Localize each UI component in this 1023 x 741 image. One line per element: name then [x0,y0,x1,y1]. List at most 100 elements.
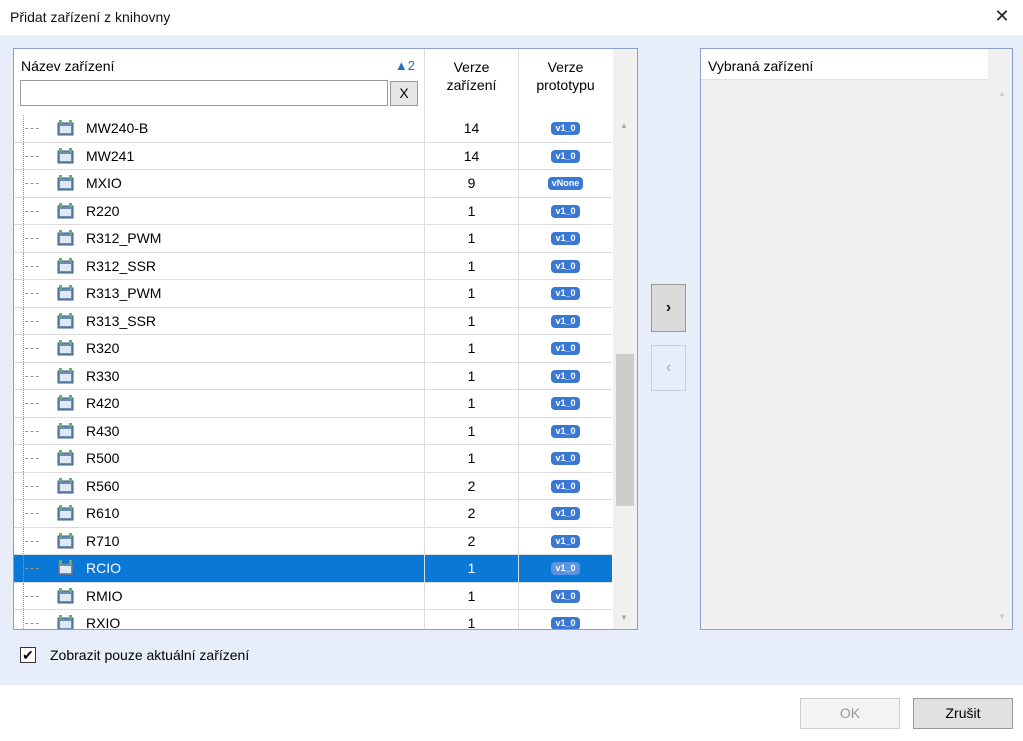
tree-connector [25,155,39,157]
table-row[interactable]: MW241 14 v1_0 [14,142,612,170]
cell-prototype: v1_0 [519,418,612,445]
table-row[interactable]: RXIO 1 v1_0 [14,610,612,630]
cell-device-name[interactable]: R430 [14,417,425,444]
table-row[interactable]: R500 1 v1_0 [14,445,612,473]
cell-device-name[interactable]: R313_SSR [14,307,425,334]
close-icon[interactable]: ✕ [991,6,1013,28]
cancel-button[interactable]: Zrušit [913,698,1013,729]
remove-device-button[interactable]: ‹ [651,345,686,391]
cell-device-name[interactable]: R313_PWM [14,280,425,307]
tree-connector [25,485,39,487]
cell-device-name[interactable]: R500 [14,445,425,472]
device-name: MW241 [86,147,135,164]
table-row[interactable]: R313_PWM 1 v1_0 [14,280,612,308]
prototype-badge: v1_0 [551,562,580,575]
prototype-badge: v1_0 [551,479,580,493]
device-version: 1 [425,280,519,307]
name-filter-input[interactable] [20,80,388,106]
table-row[interactable]: MW240-B 14 v1_0 [14,115,612,143]
device-icon [57,615,74,629]
table-row[interactable]: R220 1 v1_0 [14,197,612,225]
cell-device-name[interactable]: MW241 [14,142,425,169]
tree-line [23,555,24,582]
tree-connector [25,265,39,267]
prototype-badge: v1_0 [551,617,580,629]
cell-device-name[interactable]: R220 [14,197,425,224]
tree-connector [25,568,39,569]
cell-device-name[interactable]: RCIO [14,555,425,582]
table-row[interactable]: R560 2 v1_0 [14,472,612,500]
device-version: 14 [425,142,519,169]
cell-device-name[interactable]: R710 [14,527,425,554]
table-row[interactable]: R610 2 v1_0 [14,500,612,528]
device-version: 1 [425,610,519,629]
table-row[interactable]: R710 2 v1_0 [14,527,612,555]
tree-connector [25,293,39,294]
cell-device-name[interactable]: MXIO [14,170,425,197]
cell-device-name[interactable]: R320 [14,335,425,362]
ok-button[interactable]: OK [800,698,900,729]
cell-device-name[interactable]: MW240-B [14,115,425,142]
add-device-button[interactable]: › [651,284,686,332]
device-icon [57,285,74,301]
table-row[interactable]: R330 1 v1_0 [14,362,612,390]
cell-device-name[interactable]: RXIO [14,610,425,630]
column-header-prototype[interactable]: Verze prototypu [519,49,612,115]
scroll-thumb[interactable] [616,354,634,506]
column-header-version[interactable]: Verze zařízení [425,49,519,115]
scroll-up-icon[interactable]: ▲ [998,89,1006,98]
cell-device-name[interactable]: R560 [14,472,425,499]
grid-scrollbar[interactable]: ▲ ▼ [613,49,637,629]
device-name: RXIO [86,615,121,630]
cell-device-name[interactable]: R420 [14,390,425,417]
scroll-down-icon[interactable]: ▼ [998,612,1006,621]
device-version: 14 [425,115,519,142]
table-row[interactable]: R430 1 v1_0 [14,417,612,445]
selected-devices-header: Vybraná zařízení [701,49,988,80]
device-icon [57,422,74,439]
device-library-grid: Název zařízení ▲2 X Verze zařízení Verze… [13,48,638,630]
scroll-down-icon[interactable]: ▼ [620,613,628,622]
scroll-up-icon[interactable]: ▲ [620,121,628,130]
tree-connector [25,210,39,212]
table-row[interactable]: R312_SSR 1 v1_0 [14,252,612,280]
tree-connector [25,403,39,404]
cell-prototype: v1_0 [519,363,612,390]
table-row[interactable]: R320 1 v1_0 [14,335,612,363]
device-name: R220 [86,202,120,219]
device-rows: MW240-B 14 v1_0 MW241 14 v1_0 MXIO 9 vNone R220 1 v… [14,115,612,630]
device-name: R330 [86,367,120,384]
tree-connector [25,595,39,597]
device-name: R430 [86,422,120,439]
cell-device-name[interactable]: R610 [14,500,425,527]
cell-device-name[interactable]: RMIO [14,582,425,609]
table-row[interactable]: R312_PWM 1 v1_0 [14,225,612,253]
column-header-name[interactable]: Název zařízení ▲2 X [14,49,425,115]
selected-devices-label: Vybraná zařízení [708,58,814,74]
dialog-content: Název zařízení ▲2 X Verze zařízení Verze… [0,35,1023,685]
device-version: 1 [425,390,519,417]
prototype-badge: v1_0 [551,149,580,163]
cell-prototype: v1_0 [519,445,612,472]
table-row[interactable]: MXIO 9 vNone [14,170,612,198]
show-current-label[interactable]: Zobrazit pouze aktuální zařízení [50,647,249,663]
cell-device-name[interactable]: R330 [14,362,425,389]
device-version: 1 [425,445,519,472]
device-icon [57,367,74,384]
device-icon [57,505,74,521]
tree-connector [25,128,39,129]
tree-line [23,170,24,197]
device-icon [57,560,74,576]
show-current-checkbox[interactable]: ✔ [20,647,36,663]
device-name: R312_SSR [86,257,157,274]
table-row[interactable]: R420 1 v1_0 [14,390,612,418]
table-row[interactable]: R313_SSR 1 v1_0 [14,307,612,335]
table-row[interactable]: RCIO 1 v1_0 [14,555,612,583]
cell-prototype: v1_0 [519,225,612,252]
device-name: RCIO [86,560,121,576]
clear-filter-button[interactable]: X [390,81,418,106]
cell-device-name[interactable]: R312_SSR [14,252,425,279]
column-name-label: Název zařízení [21,58,115,74]
table-row[interactable]: RMIO 1 v1_0 [14,582,612,610]
cell-device-name[interactable]: R312_PWM [14,225,425,252]
